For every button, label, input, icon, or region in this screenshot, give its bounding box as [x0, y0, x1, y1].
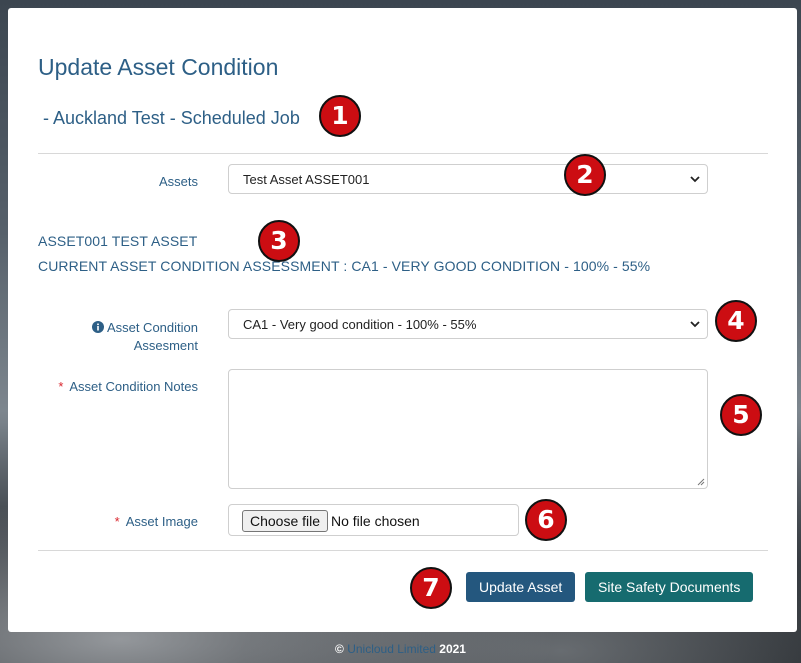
- required-marker: *: [114, 514, 120, 529]
- job-subtitle: - Auckland Test - Scheduled Job: [43, 108, 300, 128]
- update-asset-button[interactable]: Update Asset: [466, 572, 576, 602]
- divider: [38, 550, 768, 551]
- annotation-badge-4: 4: [715, 300, 757, 342]
- asset-condition-select[interactable]: CA1 - Very good condition - 100% - 55%: [228, 309, 708, 339]
- annotation-badge-1: 1: [319, 95, 361, 137]
- file-status: No file chosen: [331, 513, 420, 529]
- asset-condition-notes-label: * Asset Condition Notes: [38, 379, 198, 394]
- asset-condition-notes-label-text: Asset Condition Notes: [69, 379, 198, 394]
- assets-label: Assets: [158, 174, 198, 189]
- footer-year: 2021: [439, 642, 466, 656]
- asset-condition-select-value: CA1 - Very good condition - 100% - 55%: [243, 317, 477, 332]
- asset-condition-label: Asset Condition Assesment: [58, 319, 198, 355]
- annotation-badge-5: 5: [720, 394, 762, 436]
- annotation-badge-2: 2: [564, 154, 606, 196]
- assets-select[interactable]: Test Asset ASSET001: [228, 164, 708, 194]
- update-asset-modal: Update Asset Condition - Auckland Test -…: [8, 8, 797, 632]
- asset-condition-notes-textarea[interactable]: [228, 369, 708, 489]
- annotation-badge-6: 6: [525, 499, 567, 541]
- footer: © Unicloud Limited 2021: [0, 642, 801, 656]
- assets-select-value: Test Asset ASSET001: [243, 172, 370, 187]
- asset-condition-label-line2: Assesment: [133, 338, 198, 353]
- annotation-badge-7: 7: [410, 567, 452, 609]
- current-assessment: CURRENT ASSET CONDITION ASSESSMENT : CA1…: [38, 258, 651, 274]
- asset-condition-label-line1: Asset Condition: [106, 320, 198, 335]
- required-marker: *: [58, 379, 64, 394]
- choose-file-button[interactable]: Choose file: [242, 510, 329, 532]
- asset-name: ASSET001 TEST ASSET: [38, 233, 198, 249]
- asset-image-file-input[interactable]: Choose file No file chosen: [228, 504, 519, 536]
- resize-handle-icon[interactable]: [695, 476, 705, 486]
- divider: [38, 153, 768, 154]
- asset-image-label-text: Asset Image: [125, 514, 198, 529]
- chevron-down-icon: [690, 176, 700, 183]
- site-safety-documents-button[interactable]: Site Safety Documents: [585, 572, 754, 602]
- page-title: Update Asset Condition: [38, 54, 279, 80]
- copyright-symbol: ©: [335, 642, 344, 656]
- asset-image-label: * Asset Image: [68, 514, 198, 529]
- annotation-badge-3: 3: [258, 220, 300, 262]
- chevron-down-icon: [690, 321, 700, 328]
- info-circle-icon[interactable]: [92, 321, 105, 333]
- footer-brand-link[interactable]: Unicloud Limited: [347, 642, 436, 656]
